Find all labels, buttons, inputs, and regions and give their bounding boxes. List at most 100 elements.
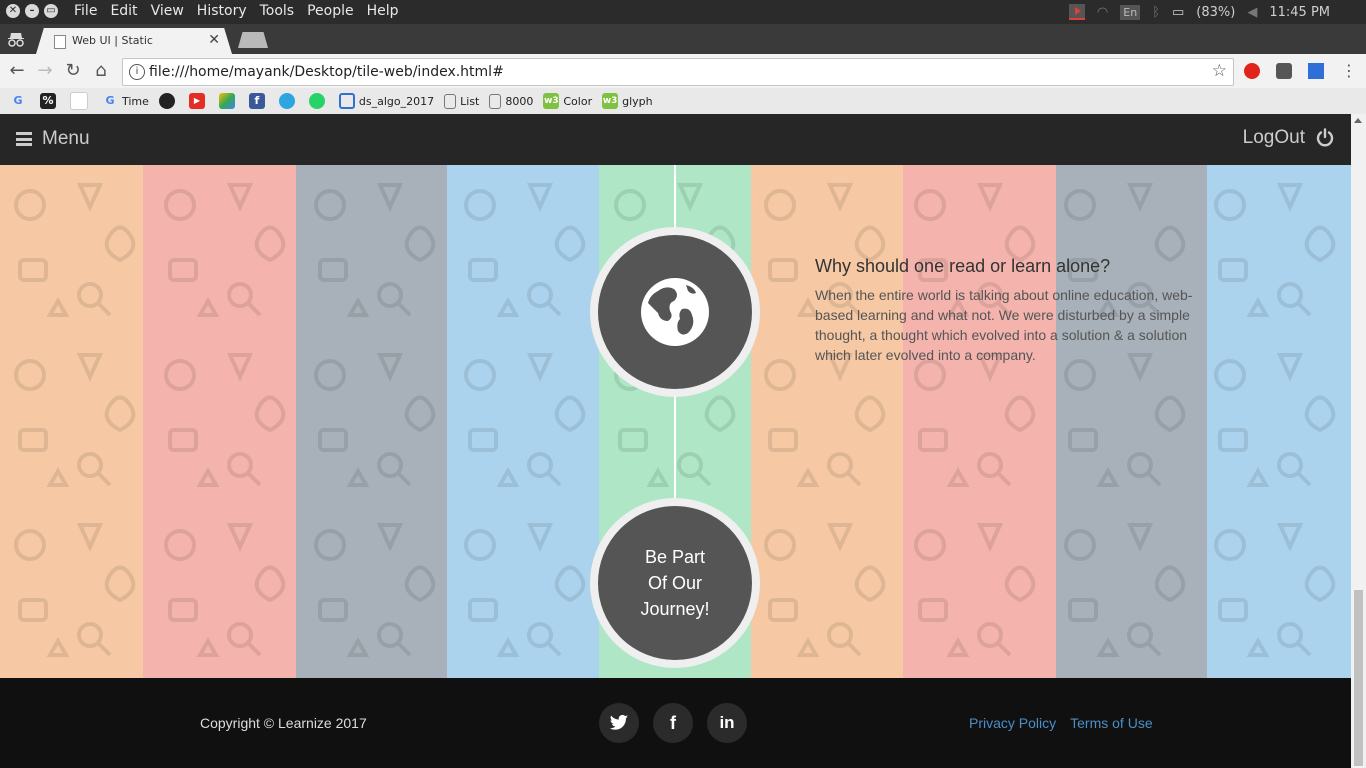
footer-links: Privacy Policy Terms of Use bbox=[969, 715, 1153, 731]
bookmark-label: Time bbox=[122, 94, 149, 108]
maximize-window-icon[interactable]: ▭ bbox=[44, 4, 58, 18]
app-menu-bar: File Edit View History Tools People Help bbox=[74, 3, 399, 19]
bookmark-youtube[interactable]: ▶ bbox=[188, 93, 209, 109]
terms-of-use-link[interactable]: Terms of Use bbox=[1070, 715, 1152, 731]
privacy-policy-link[interactable]: Privacy Policy bbox=[969, 715, 1056, 731]
home-icon[interactable]: ⌂ bbox=[90, 60, 112, 82]
bookmark-google[interactable]: G bbox=[10, 93, 30, 109]
site-navbar: Menu LogOut bbox=[0, 114, 1351, 165]
volume-icon[interactable]: ◀ bbox=[1247, 5, 1257, 20]
menu-help[interactable]: Help bbox=[367, 3, 399, 19]
w3-icon: w3 bbox=[543, 93, 560, 109]
scroll-up-arrow-icon[interactable] bbox=[1354, 118, 1362, 123]
browser-tab-active[interactable]: Web UI | Static ✕ bbox=[36, 28, 232, 54]
github-icon bbox=[158, 93, 175, 109]
bookmark-facebook[interactable]: f bbox=[248, 93, 269, 109]
forward-arrow-icon[interactable]: → bbox=[34, 60, 56, 82]
bookmark-star-icon[interactable]: ☆ bbox=[1212, 61, 1227, 81]
extension-icon[interactable] bbox=[1308, 63, 1324, 79]
browser-toolbar: ← → ↻ ⌂ i file:///home/mayank/Desktop/ti… bbox=[0, 54, 1366, 88]
new-tab-button[interactable] bbox=[238, 32, 268, 48]
bookmark-ds-algo[interactable]: ds_algo_2017 bbox=[338, 93, 434, 109]
twitter-icon bbox=[609, 714, 629, 730]
page-icon bbox=[489, 93, 502, 109]
bookmark-telegram[interactable] bbox=[278, 93, 299, 109]
bookmark-app[interactable]: % bbox=[40, 93, 60, 109]
bookmark-glyph[interactable]: w3 glyph bbox=[602, 93, 653, 109]
close-window-icon[interactable]: ✕ bbox=[6, 4, 20, 18]
os-top-bar: ✕ – ▭ File Edit View History Tools Peopl… bbox=[0, 0, 1366, 24]
facebook-button[interactable]: f bbox=[653, 703, 693, 743]
power-icon bbox=[1316, 128, 1334, 147]
battery-percentage: (83%) bbox=[1196, 4, 1236, 20]
bookmark-github[interactable] bbox=[158, 93, 179, 109]
incognito-icon bbox=[6, 30, 26, 48]
menu-people[interactable]: People bbox=[307, 3, 354, 19]
address-url[interactable]: file:///home/mayank/Desktop/tile-web/ind… bbox=[149, 64, 504, 80]
menu-button[interactable]: Menu bbox=[16, 128, 90, 150]
bluetooth-icon[interactable]: ᛒ bbox=[1152, 5, 1160, 20]
battery-icon[interactable]: ▭ bbox=[1172, 5, 1184, 20]
clock[interactable]: 11:45 PM bbox=[1269, 5, 1330, 20]
menu-history[interactable]: History bbox=[197, 3, 247, 19]
telegram-icon bbox=[278, 93, 295, 109]
pocket-extension-icon[interactable] bbox=[1276, 63, 1292, 79]
logout-button[interactable]: LogOut bbox=[1243, 127, 1335, 149]
join-journey-button[interactable]: Be Part Of Our Journey! bbox=[590, 498, 760, 668]
bookmark-label: 8000 bbox=[505, 94, 534, 108]
close-tab-icon[interactable]: ✕ bbox=[208, 32, 220, 48]
back-arrow-icon[interactable]: ← bbox=[6, 60, 28, 82]
about-heading: Why should one read or learn alone? bbox=[815, 256, 1111, 276]
bookmark-color[interactable]: w3 Color bbox=[543, 93, 592, 109]
cta-line: Journey! bbox=[640, 599, 710, 619]
menu-view[interactable]: View bbox=[151, 3, 184, 19]
browser-tab-strip: Web UI | Static ✕ bbox=[0, 24, 1366, 54]
bookmark-label: List bbox=[460, 94, 480, 108]
keyboard-layout-indicator[interactable]: En bbox=[1120, 4, 1141, 20]
facebook-icon: f bbox=[248, 93, 265, 109]
cta-line: Of Our bbox=[647, 573, 702, 593]
twitter-button[interactable] bbox=[599, 703, 639, 743]
bookmark-drive[interactable] bbox=[218, 93, 239, 109]
trello-icon bbox=[338, 93, 355, 109]
site-info-icon[interactable]: i bbox=[129, 64, 145, 80]
scrollbar-thumb[interactable] bbox=[1354, 590, 1363, 766]
bookmark-time[interactable]: G Time bbox=[102, 93, 149, 109]
minimize-window-icon[interactable]: – bbox=[25, 4, 39, 18]
app-icon: % bbox=[40, 93, 56, 109]
opera-extension-icon[interactable] bbox=[1244, 63, 1260, 79]
youtube-icon: ▶ bbox=[188, 93, 205, 109]
logout-label: LogOut bbox=[1242, 127, 1305, 148]
globe-circle bbox=[590, 227, 760, 397]
globe-icon bbox=[641, 278, 709, 346]
web-page: Menu LogOut Why should one read or learn… bbox=[0, 114, 1351, 768]
hamburger-icon bbox=[16, 132, 32, 146]
bookmark-backpack[interactable] bbox=[70, 92, 92, 110]
tab-title: Web UI | Static bbox=[72, 34, 153, 47]
page-favicon-icon bbox=[54, 35, 66, 49]
wifi-icon[interactable]: ◠ bbox=[1097, 5, 1108, 20]
facebook-icon: f bbox=[670, 712, 676, 733]
screen-recorder-icon[interactable] bbox=[1068, 4, 1085, 20]
reload-icon[interactable]: ↻ bbox=[62, 60, 84, 82]
page-scrollbar[interactable] bbox=[1351, 114, 1366, 768]
menu-edit[interactable]: Edit bbox=[110, 3, 137, 19]
site-footer: Copyright © Learnize 2017 f in Privacy P… bbox=[0, 678, 1351, 768]
menu-tools[interactable]: Tools bbox=[260, 3, 295, 19]
address-bar[interactable]: i file:///home/mayank/Desktop/tile-web/i… bbox=[122, 58, 1234, 86]
about-section: Why should one read or learn alone? When… bbox=[815, 256, 1215, 365]
browser-menu-icon[interactable]: ⋮ bbox=[1338, 60, 1360, 82]
window-controls: ✕ – ▭ bbox=[6, 4, 58, 18]
about-text: When the entire world is talking about o… bbox=[815, 287, 1193, 363]
google-drive-icon bbox=[218, 93, 235, 109]
bookmark-list[interactable]: List bbox=[444, 93, 480, 109]
menu-file[interactable]: File bbox=[74, 3, 97, 19]
backpack-icon bbox=[70, 92, 88, 110]
bookmark-8000[interactable]: 8000 bbox=[489, 93, 534, 109]
whatsapp-icon bbox=[308, 93, 325, 109]
bookmark-whatsapp[interactable] bbox=[308, 93, 329, 109]
linkedin-button[interactable]: in bbox=[707, 703, 747, 743]
system-tray: ◠ En ᛒ ▭ (83%) ◀ 11:45 PM bbox=[1068, 0, 1366, 24]
bookmarks-bar: G % G Time ▶ f ds_algo_2017 List 8000 w3 C… bbox=[0, 88, 1366, 114]
w3-icon: w3 bbox=[602, 93, 619, 109]
